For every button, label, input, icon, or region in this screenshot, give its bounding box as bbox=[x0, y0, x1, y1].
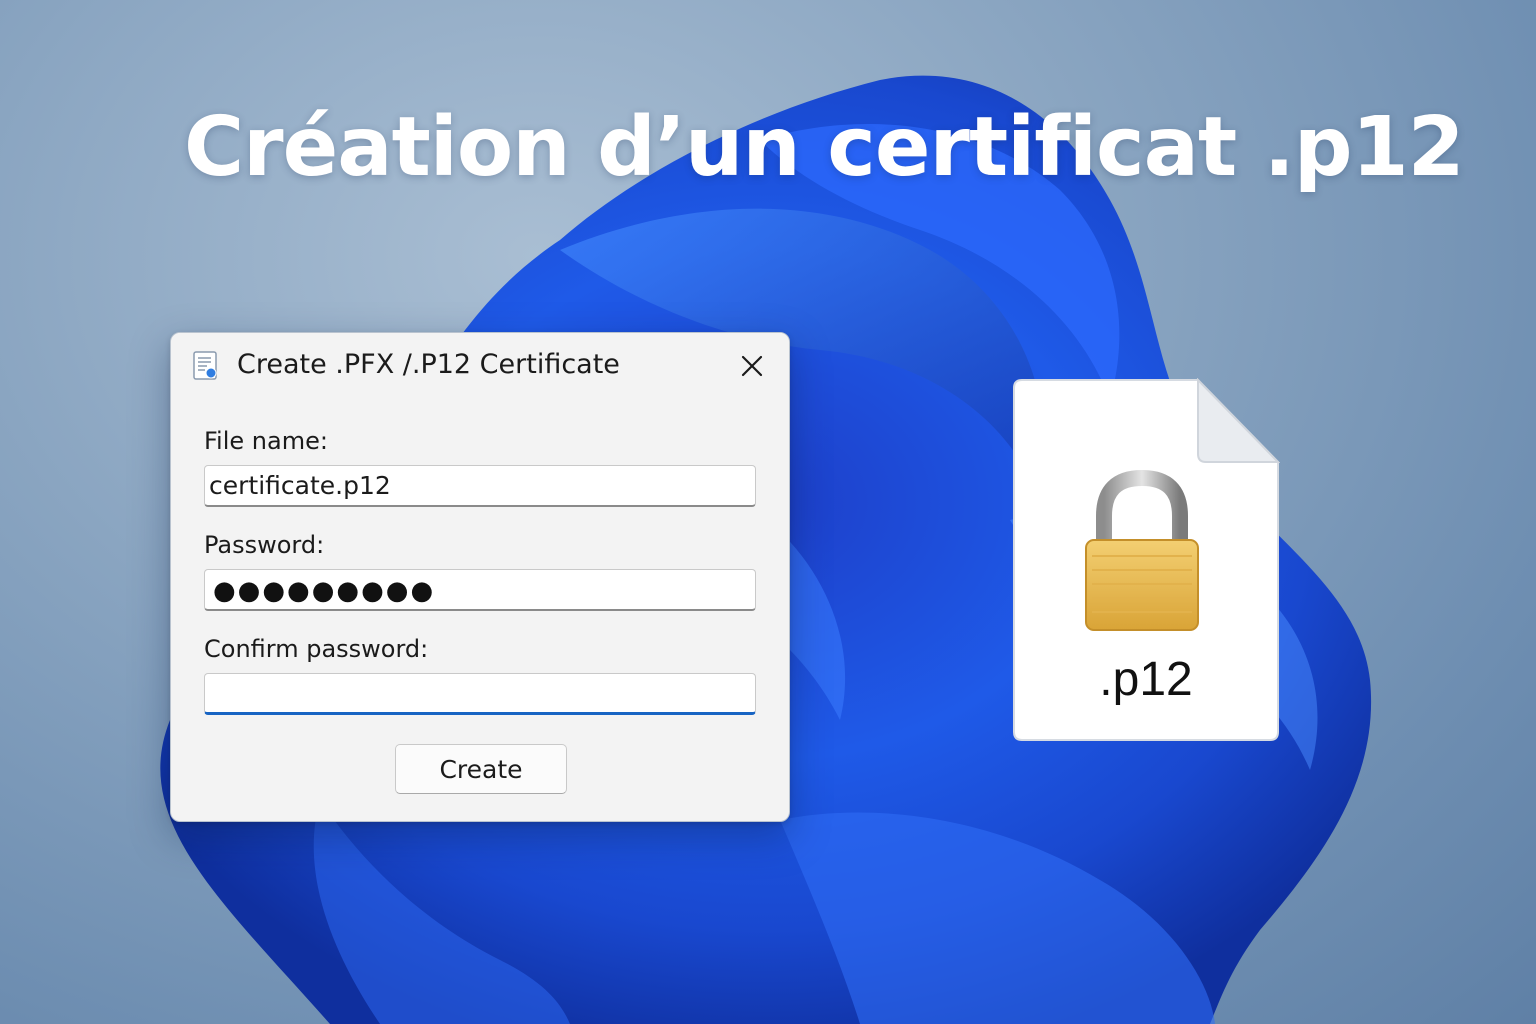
dialog-title: Create .PFX /.P12 Certificate bbox=[237, 349, 620, 380]
confirm-password-input[interactable] bbox=[204, 673, 756, 715]
password-label: Password: bbox=[204, 531, 325, 559]
close-icon bbox=[741, 355, 763, 377]
dialog-titlebar[interactable]: Create .PFX /.P12 Certificate bbox=[171, 333, 789, 399]
file-extension-label: .p12 bbox=[1099, 653, 1193, 706]
certificate-icon bbox=[193, 351, 217, 380]
create-certificate-dialog: Create .PFX /.P12 Certificate File name:… bbox=[170, 332, 790, 822]
close-button[interactable] bbox=[731, 345, 773, 387]
file-name-label: File name: bbox=[204, 427, 328, 455]
page-headline: Création d’un certificat .p12 bbox=[184, 100, 1465, 195]
file-name-input[interactable] bbox=[204, 465, 756, 507]
password-mask: ●●●●●●●●● bbox=[213, 576, 436, 606]
confirm-password-label: Confirm password: bbox=[204, 635, 429, 663]
create-button[interactable]: Create bbox=[395, 744, 567, 794]
password-input[interactable]: ●●●●●●●●● bbox=[204, 569, 756, 611]
